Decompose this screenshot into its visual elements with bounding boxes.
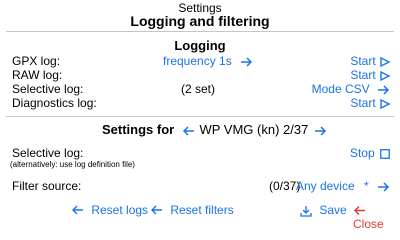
mode-csv-label: Mode CSV [311, 82, 370, 96]
selective-log-label: Selective log: [12, 82, 84, 96]
play-icon [380, 98, 391, 109]
stop-label: Stop [349, 146, 375, 160]
close-label: Close [353, 217, 384, 231]
arrow-right-icon [378, 85, 390, 95]
filter-asterisk: * [363, 179, 369, 193]
raw-start-label: Start [350, 68, 376, 82]
logging-section-title: Logging [174, 38, 226, 53]
page-title: Logging and filtering [130, 13, 270, 29]
arrow-right-icon [378, 182, 390, 192]
raw-start-button[interactable]: Start [350, 68, 391, 82]
reset-logs-button[interactable]: Reset logs [72, 203, 148, 217]
filter-source-label: Filter source: [12, 179, 82, 193]
divider [6, 31, 394, 32]
diagnostics-log-label: Diagnostics log: [12, 96, 97, 110]
reset-filters-button[interactable]: Reset filters [151, 203, 234, 217]
diagnostics-start-button[interactable]: Start [350, 96, 391, 110]
save-label: Save [319, 203, 347, 217]
undo-arrow-icon [72, 205, 83, 215]
raw-log-label: RAW log: [12, 68, 63, 82]
gpx-frequency-value: frequency 1s [163, 54, 232, 68]
next-item-button[interactable] [312, 122, 327, 137]
settings-for-row: Settings for WP VMG (kn) 2/37 [102, 122, 327, 137]
filter-source-value: Any device [295, 179, 355, 193]
filter-source-selector[interactable]: Any device * [296, 179, 390, 193]
gpx-start-label: Start [350, 54, 376, 68]
log-definition-note: (alternatively: use log definition file) [10, 160, 135, 169]
arrow-right-icon [241, 57, 253, 67]
selective-count: (2 set) [181, 82, 216, 96]
mode-csv-button[interactable]: Mode CSV [312, 82, 390, 96]
divider [6, 116, 394, 117]
gpx-log-label: GPX log: [12, 54, 61, 68]
arrow-left-icon [182, 126, 194, 136]
undo-arrow-icon [151, 205, 162, 215]
gpx-frequency-selector[interactable]: frequency 1s [163, 54, 253, 68]
play-icon [380, 56, 391, 67]
arrow-right-icon [314, 126, 327, 136]
reset-filters-label: Reset filters [170, 203, 234, 217]
reset-logs-label: Reset logs [91, 203, 149, 217]
close-button[interactable]: Close [353, 203, 400, 231]
checkbox-icon [380, 148, 390, 159]
prev-item-button[interactable] [178, 122, 200, 137]
close-arrow-icon [353, 206, 365, 216]
stop-checkbox[interactable]: Stop [350, 146, 390, 160]
save-button[interactable]: Save [300, 203, 347, 217]
gpx-start-button[interactable]: Start [350, 54, 391, 68]
download-icon [300, 205, 312, 217]
play-icon [380, 70, 391, 81]
selected-item: WP VMG (kn) 2/37 [199, 122, 309, 137]
item-selective-log-label: Selective log: [12, 146, 84, 160]
settings-for-label: Settings for [102, 122, 175, 137]
diagnostics-start-label: Start [350, 96, 376, 110]
